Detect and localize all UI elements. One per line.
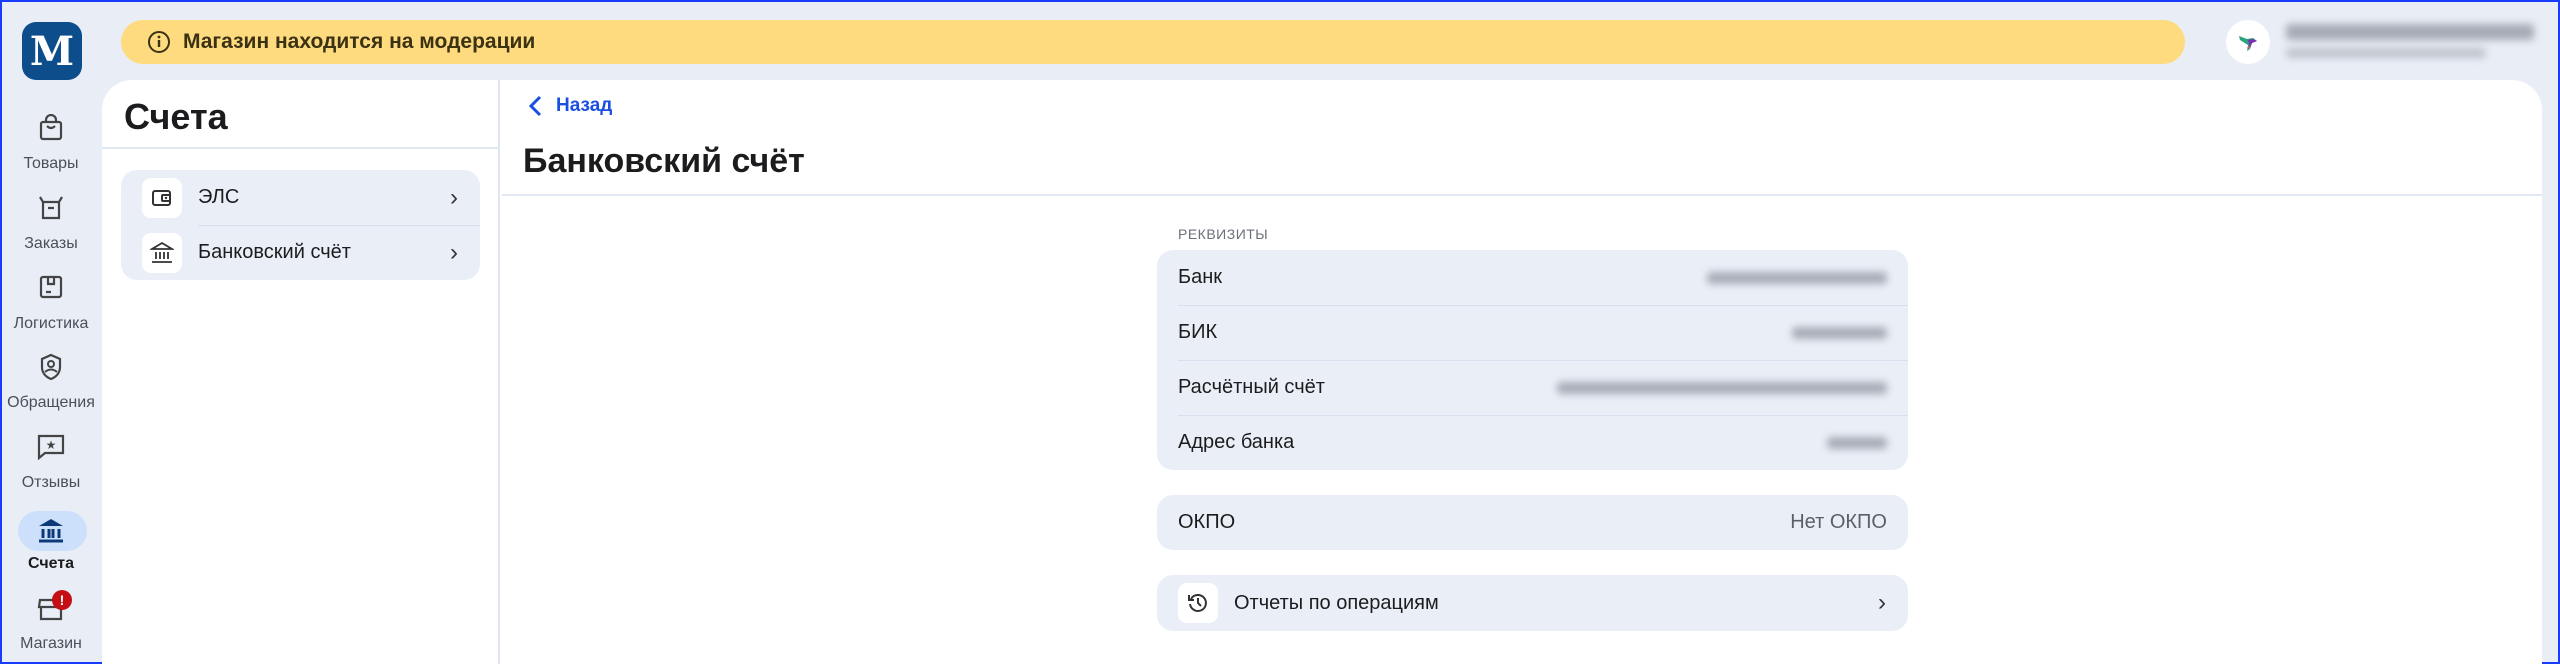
okpo-value: Нет ОКПО	[1790, 511, 1887, 533]
list-item-label: Банковский счёт	[198, 241, 351, 263]
nav-label: Обращения	[7, 394, 95, 411]
requisites-card: Банк БИК Расчётный счёт Адрес банка	[1157, 250, 1908, 470]
avatar[interactable]	[2226, 20, 2270, 64]
divider	[502, 194, 2542, 196]
requisite-row-address: Адрес банка	[1157, 415, 1908, 470]
nav-label: Счета	[27, 555, 75, 572]
value-redacted	[1557, 381, 1887, 394]
accounts-list: ЭЛС › Банковский счёт ›	[121, 170, 480, 280]
back-label: Назад	[556, 95, 613, 116]
bird-logo-icon	[2239, 36, 2257, 51]
support-shield-icon	[36, 352, 66, 382]
profile-name-redacted[interactable]	[2286, 24, 2534, 40]
page-title: Счета	[124, 96, 228, 137]
accounts-panel: Счета ЭЛС › Банковский счёт ›	[102, 80, 500, 664]
detail-title: Банковский счёт	[523, 142, 805, 180]
sidebar-nav: Товары Заказы Логистика Обращения ★ Отзы…	[2, 2, 100, 664]
okpo-card: ОКПО Нет ОКПО	[1157, 495, 1908, 550]
list-item-els[interactable]: ЭЛС ›	[121, 170, 480, 225]
alert-badge: !	[52, 590, 72, 610]
section-label: РЕКВИЗИТЫ	[1178, 226, 1269, 242]
value-redacted	[1827, 436, 1887, 449]
box-icon	[36, 193, 66, 223]
list-item-label: ЭЛС	[198, 186, 240, 208]
bank-icon	[36, 516, 66, 546]
nav-label: Товары	[23, 155, 79, 172]
reports-label: Отчеты по операциям	[1234, 591, 1439, 614]
row-label: Банк	[1178, 266, 1223, 288]
row-label: Расчётный счёт	[1178, 376, 1325, 398]
requisite-row-account: Расчётный счёт	[1157, 360, 1908, 415]
nav-label: Магазин	[20, 635, 82, 652]
star-message-icon: ★	[36, 432, 66, 462]
nav-label: Логистика	[13, 315, 89, 332]
chevron-right-icon: ›	[450, 183, 458, 211]
nav-label: Отзывы	[21, 474, 81, 491]
requisite-row-bik: БИК	[1157, 305, 1908, 360]
svg-text:★: ★	[46, 438, 57, 452]
chevron-right-icon: ›	[450, 238, 458, 266]
moderation-banner: Магазин находится на модерации	[121, 20, 2185, 64]
reports-button[interactable]: Отчеты по операциям ›	[1157, 575, 1908, 631]
divider	[102, 147, 498, 149]
chevron-right-icon: ›	[1878, 589, 1886, 616]
value-redacted	[1792, 326, 1887, 339]
history-icon	[1178, 583, 1218, 623]
wallet-icon	[142, 177, 182, 218]
value-redacted	[1707, 271, 1887, 284]
row-label: ОКПО	[1178, 511, 1236, 533]
profile-email-redacted	[2286, 48, 2486, 58]
list-item-bank-account[interactable]: Банковский счёт ›	[121, 225, 480, 280]
nav-label: Заказы	[24, 235, 78, 252]
row-label: Адрес банка	[1178, 431, 1295, 453]
banner-text: Магазин находится на модерации	[183, 30, 536, 53]
back-button[interactable]: Назад	[528, 94, 612, 118]
chevron-left-icon	[528, 95, 542, 117]
requisite-row-bank: Банк	[1157, 250, 1908, 305]
package-icon	[36, 272, 66, 302]
shopping-bag-icon	[36, 113, 66, 143]
row-label: БИК	[1178, 321, 1218, 343]
info-icon	[148, 31, 170, 53]
bank-icon	[142, 232, 182, 273]
